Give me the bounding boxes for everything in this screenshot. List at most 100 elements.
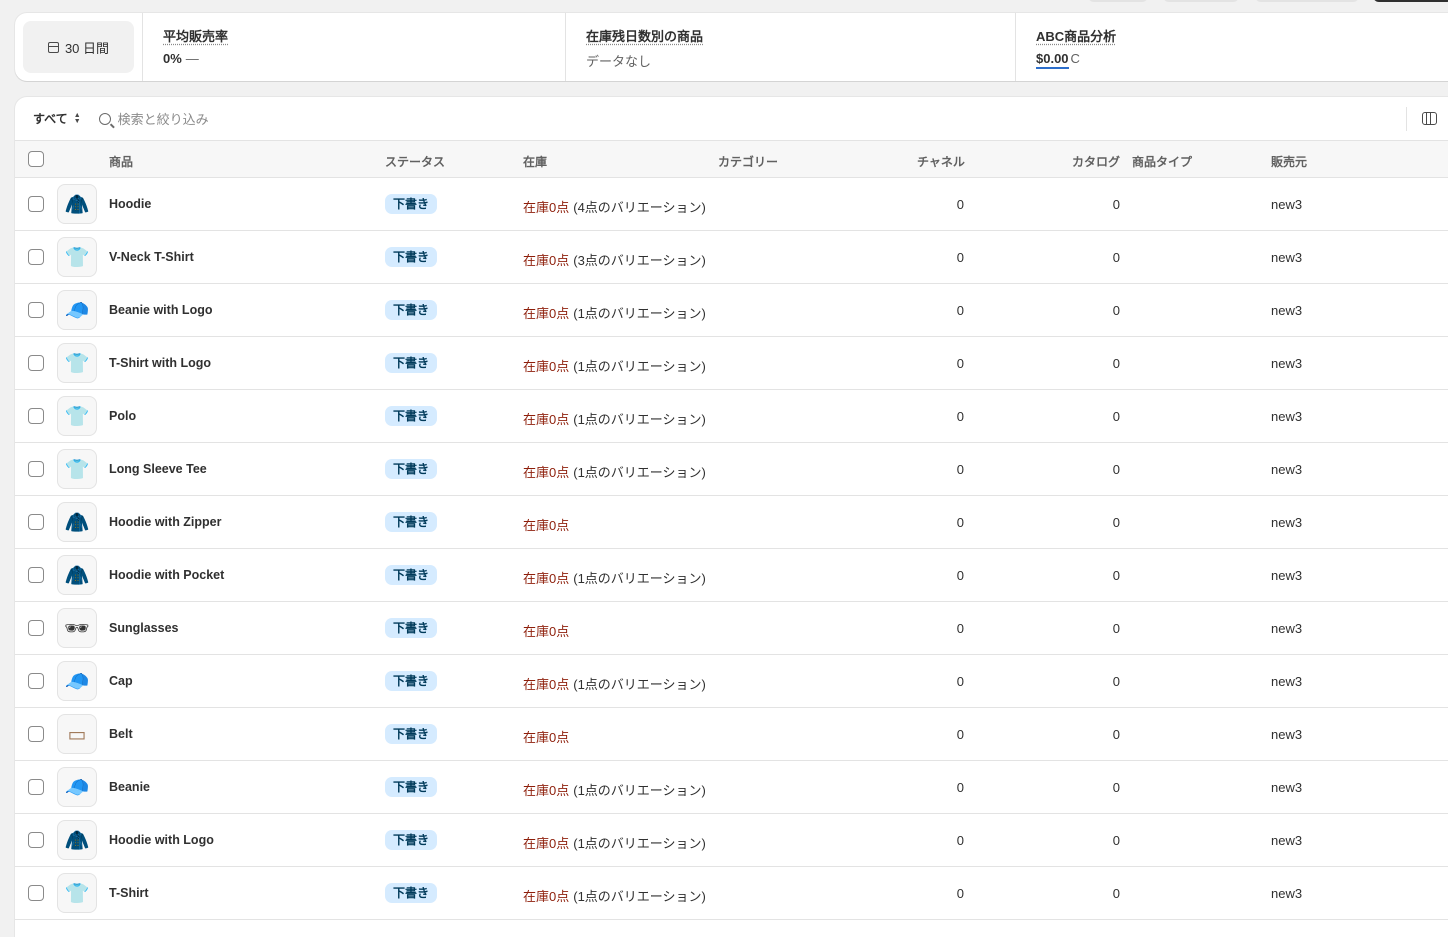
row-checkbox[interactable] xyxy=(28,832,44,848)
row-checkbox[interactable] xyxy=(28,726,44,742)
variant-count: (1点のバリエーション) xyxy=(573,412,706,427)
table-row[interactable]: 🧢 Beanie with Logo 下書き 在庫0点 (1点のバリエーション) 0 0 ne… xyxy=(15,284,1448,337)
table-row[interactable]: ▭ Belt 下書き 在庫0点 0 0 new3 xyxy=(15,708,1448,761)
row-checkbox[interactable] xyxy=(28,461,44,477)
abc-analysis-metric[interactable]: ABC商品分析 $0.00 C xyxy=(1015,13,1448,81)
column-header-inventory[interactable]: 在庫 xyxy=(523,153,547,170)
vendor-name: new3 xyxy=(1271,833,1303,848)
table-row[interactable]: 👕 T-Shirt 下書き 在庫0点 (1点のバリエーション) 0 0 new3 xyxy=(15,867,1448,920)
top-button-edge[interactable] xyxy=(1163,0,1239,2)
product-thumbnail: 👕 xyxy=(57,449,97,489)
table-row[interactable]: 👕 V-Neck T-Shirt 下書き 在庫0点 (3点のバリエーション) 0 0 new3 xyxy=(15,231,1448,284)
channels-count: 0 xyxy=(956,515,964,530)
catalogs-count: 0 xyxy=(1112,250,1120,265)
column-header-product-type[interactable]: 商品タイプ xyxy=(1132,153,1192,170)
beanie-icon: 🧢 xyxy=(64,776,90,799)
row-checkbox[interactable] xyxy=(28,196,44,212)
product-name-link[interactable]: Hoodie with Pocket xyxy=(109,568,224,582)
table-row[interactable]: 🧥 Hoodie 下書き 在庫0点 (4点のバリエーション) 0 0 new3 xyxy=(15,178,1448,231)
vendor-name: new3 xyxy=(1271,674,1303,689)
table-body: 🧥 Hoodie 下書き 在庫0点 (4点のバリエーション) 0 0 new3 👕 V-Neck … xyxy=(15,178,1448,920)
table-row[interactable]: 👕 Long Sleeve Tee 下書き 在庫0点 (1点のバリエーション) 0 0 new… xyxy=(15,443,1448,496)
table-row[interactable]: 🧥 Hoodie with Logo 下書き 在庫0点 (1点のバリエーション) 0 0 ne… xyxy=(15,814,1448,867)
metric-title: 在庫残日数別の商品 xyxy=(586,29,704,44)
product-name-link[interactable]: T-Shirt xyxy=(109,886,149,900)
top-button-edge[interactable] xyxy=(1088,0,1148,2)
days-of-inventory-metric[interactable]: 在庫残日数別の商品 データなし xyxy=(565,13,1015,81)
row-checkbox[interactable] xyxy=(28,620,44,636)
variant-count: (1点のバリエーション) xyxy=(573,677,706,692)
row-checkbox[interactable] xyxy=(28,673,44,689)
column-header-vendor[interactable]: 販売元 xyxy=(1271,153,1307,170)
product-name-link[interactable]: Hoodie with Zipper xyxy=(109,515,222,529)
date-range-button[interactable]: 30 日間 xyxy=(23,21,134,73)
catalogs-count: 0 xyxy=(1112,833,1120,848)
column-header-channels[interactable]: チャネル xyxy=(917,153,965,170)
row-checkbox[interactable] xyxy=(28,249,44,265)
search-filter-field[interactable]: 検索と絞り込み xyxy=(98,109,209,128)
table-toolbar: すべて ▲ ▼ 検索と絞り込み xyxy=(15,97,1448,141)
row-checkbox[interactable] xyxy=(28,302,44,318)
metric-value: 0% xyxy=(163,51,182,66)
row-checkbox[interactable] xyxy=(28,779,44,795)
product-thumbnail: 🧥 xyxy=(57,555,97,595)
table-row[interactable]: 👕 T-Shirt with Logo 下書き 在庫0点 (1点のバリエーション) 0 0 n… xyxy=(15,337,1448,390)
product-name-link[interactable]: Belt xyxy=(109,727,133,741)
top-action-bar-edge xyxy=(0,0,1448,4)
toolbar-divider xyxy=(1406,107,1407,131)
channels-count: 0 xyxy=(956,833,964,848)
sell-through-metric[interactable]: 平均販売率 0% — xyxy=(142,13,565,81)
variant-count: (1点のバリエーション) xyxy=(573,571,706,586)
top-button-edge[interactable] xyxy=(1255,0,1359,2)
search-icon xyxy=(98,112,111,125)
product-name-link[interactable]: Cap xyxy=(109,674,133,688)
belt-icon: ▭ xyxy=(67,723,87,746)
row-checkbox[interactable] xyxy=(28,885,44,901)
stock-count: 在庫0点 xyxy=(523,306,570,321)
product-name-link[interactable]: Sunglasses xyxy=(109,621,178,635)
hoodie-icon: 🧥 xyxy=(64,511,90,534)
row-checkbox[interactable] xyxy=(28,514,44,530)
table-row[interactable]: 👕 Polo 下書き 在庫0点 (1点のバリエーション) 0 0 new3 xyxy=(15,390,1448,443)
column-header-catalogs[interactable]: カタログ xyxy=(1072,153,1120,170)
vendor-name: new3 xyxy=(1271,568,1303,583)
view-selector[interactable]: すべて ▲ ▼ xyxy=(33,110,81,127)
catalogs-count: 0 xyxy=(1112,356,1120,371)
status-badge: 下書き xyxy=(385,512,438,532)
channels-count: 0 xyxy=(956,409,964,424)
row-checkbox[interactable] xyxy=(28,567,44,583)
product-name-link[interactable]: T-Shirt with Logo xyxy=(109,356,211,370)
table-row[interactable]: 🧢 Cap 下書き 在庫0点 (1点のバリエーション) 0 0 new3 xyxy=(15,655,1448,708)
primary-button-edge[interactable] xyxy=(1373,0,1448,2)
product-name-link[interactable]: Hoodie xyxy=(109,197,151,211)
column-header-product[interactable]: 商品 xyxy=(109,153,133,170)
row-checkbox[interactable] xyxy=(28,408,44,424)
status-badge: 下書き xyxy=(385,724,438,744)
product-name-link[interactable]: Beanie with Logo xyxy=(109,303,212,317)
select-all-checkbox[interactable] xyxy=(28,151,44,167)
row-checkbox[interactable] xyxy=(28,355,44,371)
columns-icon[interactable] xyxy=(1422,112,1437,125)
table-row[interactable]: 🧥 Hoodie with Pocket 下書き 在庫0点 (1点のバリエーション) 0 0… xyxy=(15,549,1448,602)
column-header-status[interactable]: ステータス xyxy=(385,153,445,170)
catalogs-count: 0 xyxy=(1112,515,1120,530)
analytics-bar: 30 日間 平均販売率 0% — 在庫残日数別の商品 データなし ABC商品分析 … xyxy=(15,13,1448,81)
catalogs-count: 0 xyxy=(1112,409,1120,424)
status-badge: 下書き xyxy=(385,618,438,638)
inventory-cell: 在庫0点 xyxy=(523,727,573,746)
product-name-link[interactable]: V-Neck T-Shirt xyxy=(109,250,194,264)
table-row[interactable]: 🧢 Beanie 下書き 在庫0点 (1点のバリエーション) 0 0 new3 xyxy=(15,761,1448,814)
product-name-link[interactable]: Beanie xyxy=(109,780,150,794)
column-header-category[interactable]: カテゴリー xyxy=(718,153,778,170)
catalogs-count: 0 xyxy=(1112,303,1120,318)
status-badge: 下書き xyxy=(385,194,438,214)
channels-count: 0 xyxy=(956,674,964,689)
product-name-link[interactable]: Long Sleeve Tee xyxy=(109,462,207,476)
product-name-link[interactable]: Hoodie with Logo xyxy=(109,833,214,847)
date-range-label: 30 日間 xyxy=(64,40,110,56)
product-thumbnail: 🕶 xyxy=(57,608,97,648)
product-name-link[interactable]: Polo xyxy=(109,409,136,423)
inventory-cell: 在庫0点 (1点のバリエーション) xyxy=(523,568,706,587)
table-row[interactable]: 🧥 Hoodie with Zipper 下書き 在庫0点 0 0 new3 xyxy=(15,496,1448,549)
table-row[interactable]: 🕶 Sunglasses 下書き 在庫0点 0 0 new3 xyxy=(15,602,1448,655)
